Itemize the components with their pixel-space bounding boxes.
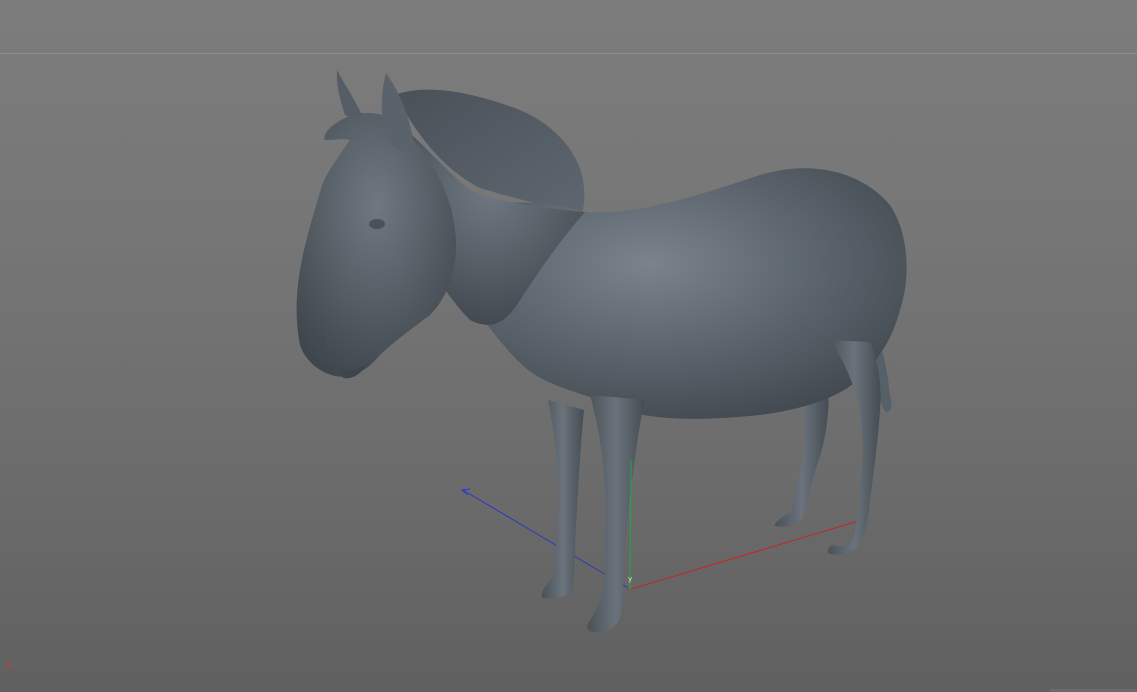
gizmo-y-label: y bbox=[628, 575, 632, 583]
near-front-leg bbox=[587, 395, 645, 633]
horse-ear-left bbox=[336, 70, 362, 118]
3d-viewport[interactable]: y x bbox=[0, 0, 1137, 692]
corner-axis-label: x bbox=[6, 660, 13, 671]
gizmo-z-axis[interactable] bbox=[462, 489, 629, 589]
gizmo-x-axis[interactable] bbox=[627, 518, 866, 591]
horse-eye bbox=[369, 219, 385, 229]
horse-nostril bbox=[313, 336, 327, 348]
scene-canvas[interactable]: y bbox=[0, 0, 1137, 692]
